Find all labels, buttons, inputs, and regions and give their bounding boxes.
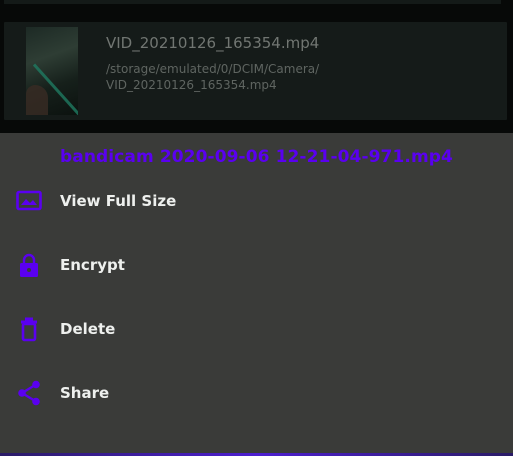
bottom-sheet: bandicam 2020-09-06 12-21-04-971.mp4 Vie… xyxy=(0,133,513,456)
encrypt-button[interactable]: Encrypt xyxy=(0,234,513,298)
view-full-size-button[interactable]: View Full Size xyxy=(0,170,513,234)
share-label: Share xyxy=(60,384,110,402)
view-full-size-label: View Full Size xyxy=(60,192,177,210)
file-list-item[interactable]: VID_20210126_165354.mp4 /storage/emulate… xyxy=(4,22,507,120)
delete-label: Delete xyxy=(60,320,116,338)
encrypt-label: Encrypt xyxy=(60,256,125,274)
file-path: /storage/emulated/0/DCIM/Camera/ VID_202… xyxy=(106,62,320,92)
lock-icon xyxy=(20,253,38,277)
file-name: VID_20210126_165354.mp4 xyxy=(106,34,320,52)
share-button[interactable]: Share xyxy=(0,362,513,426)
top-strip xyxy=(0,0,513,22)
trash-icon xyxy=(21,317,37,342)
share-icon xyxy=(18,380,40,406)
delete-button[interactable]: Delete xyxy=(0,298,513,362)
video-thumbnail xyxy=(26,27,78,115)
previous-file-card-edge xyxy=(4,0,501,4)
image-icon xyxy=(16,190,42,211)
sheet-title: bandicam 2020-09-06 12-21-04-971.mp4 xyxy=(60,147,453,167)
